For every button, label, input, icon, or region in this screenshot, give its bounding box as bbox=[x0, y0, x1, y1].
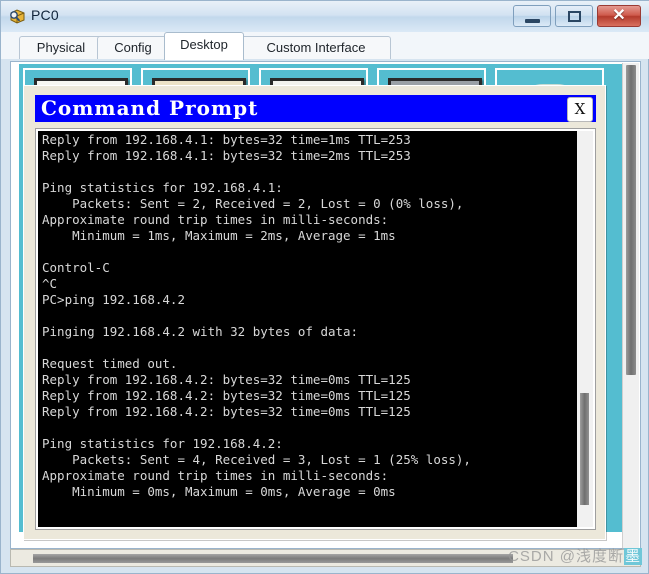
maximize-icon bbox=[568, 11, 581, 22]
command-prompt-dialog: Command Prompt X Reply from 192.168.4.1:… bbox=[23, 85, 606, 540]
terminal-line: Reply from 192.168.4.1: bytes=32 time=2m… bbox=[42, 148, 411, 163]
terminal-line: Reply from 192.168.4.2: bytes=32 time=0m… bbox=[42, 404, 411, 419]
desktop-vertical-scrollbar[interactable] bbox=[622, 63, 639, 548]
terminal-line: Ping statistics for 192.168.4.2: bbox=[42, 436, 283, 451]
command-prompt-titlebar: Command Prompt X bbox=[35, 95, 596, 122]
terminal-line: Approximate round trip times in milli-se… bbox=[42, 468, 389, 483]
horizontal-scrollbar-thumb[interactable] bbox=[33, 554, 513, 563]
terminal-line: Approximate round trip times in milli-se… bbox=[42, 212, 389, 227]
terminal-line: Minimum = 1ms, Maximum = 2ms, Average = … bbox=[42, 228, 396, 243]
terminal-line: Packets: Sent = 2, Received = 2, Lost = … bbox=[42, 196, 464, 211]
command-prompt-body: Reply from 192.168.4.1: bytes=32 time=1m… bbox=[35, 128, 596, 530]
tab-desktop-label: Desktop bbox=[180, 37, 228, 52]
terminal-line: Packets: Sent = 4, Received = 3, Lost = … bbox=[42, 452, 471, 467]
tab-custom-interface-label: Custom Interface bbox=[266, 40, 366, 55]
window-titlebar: PC0 ✕ bbox=[1, 1, 649, 33]
tab-physical-label: Physical bbox=[36, 40, 86, 55]
terminal-line: Request timed out. bbox=[42, 356, 178, 371]
terminal-line: Minimum = 0ms, Maximum = 0ms, Average = … bbox=[42, 484, 396, 499]
command-prompt-close-button[interactable]: X bbox=[567, 97, 593, 122]
tab-physical[interactable]: Physical bbox=[19, 36, 103, 59]
minimize-button[interactable] bbox=[513, 5, 551, 27]
terminal-line: Control-C bbox=[42, 260, 110, 275]
minimize-icon bbox=[525, 19, 540, 23]
maximize-button[interactable] bbox=[555, 5, 593, 27]
tab-custom-interface[interactable]: Custom Interface bbox=[241, 36, 391, 59]
terminal-line: Ping statistics for 192.168.4.1: bbox=[42, 180, 283, 195]
terminal-line: Reply from 192.168.4.1: bytes=32 time=1m… bbox=[42, 132, 411, 147]
tab-desktop[interactable]: Desktop bbox=[164, 32, 244, 60]
tab-strip: Physical Config Desktop Custom Interface bbox=[1, 32, 649, 60]
close-icon: ✕ bbox=[612, 7, 626, 24]
terminal-line: ^C bbox=[42, 276, 58, 291]
terminal-output-area[interactable]: Reply from 192.168.4.1: bytes=32 time=1m… bbox=[38, 131, 577, 527]
command-prompt-title: Command Prompt bbox=[41, 96, 259, 120]
terminal-scrollbar-thumb[interactable] bbox=[580, 393, 589, 505]
terminal-line: PC>ping 192.168.4.2 bbox=[42, 292, 185, 307]
tab-config-label: Config bbox=[114, 40, 152, 55]
horizontal-scrollbar[interactable] bbox=[10, 549, 641, 567]
terminal-line: Reply from 192.168.4.2: bytes=32 time=0m… bbox=[42, 372, 411, 387]
packet-tracer-device-icon bbox=[8, 7, 27, 26]
window-title: PC0 bbox=[31, 7, 59, 23]
terminal-lines: Reply from 192.168.4.1: bytes=32 time=1m… bbox=[42, 132, 577, 527]
tab-config[interactable]: Config bbox=[97, 36, 169, 59]
terminal-line: Reply from 192.168.4.2: bytes=32 time=0m… bbox=[42, 388, 411, 403]
close-button[interactable]: ✕ bbox=[597, 5, 641, 27]
terminal-vertical-scrollbar[interactable] bbox=[577, 131, 593, 527]
desktop-scrollbar-thumb[interactable] bbox=[626, 65, 636, 375]
pc0-window: PC0 ✕ Physical Config Desktop Custom Int… bbox=[0, 0, 649, 574]
terminal-line: Pinging 192.168.4.2 with 32 bytes of dat… bbox=[42, 324, 359, 339]
